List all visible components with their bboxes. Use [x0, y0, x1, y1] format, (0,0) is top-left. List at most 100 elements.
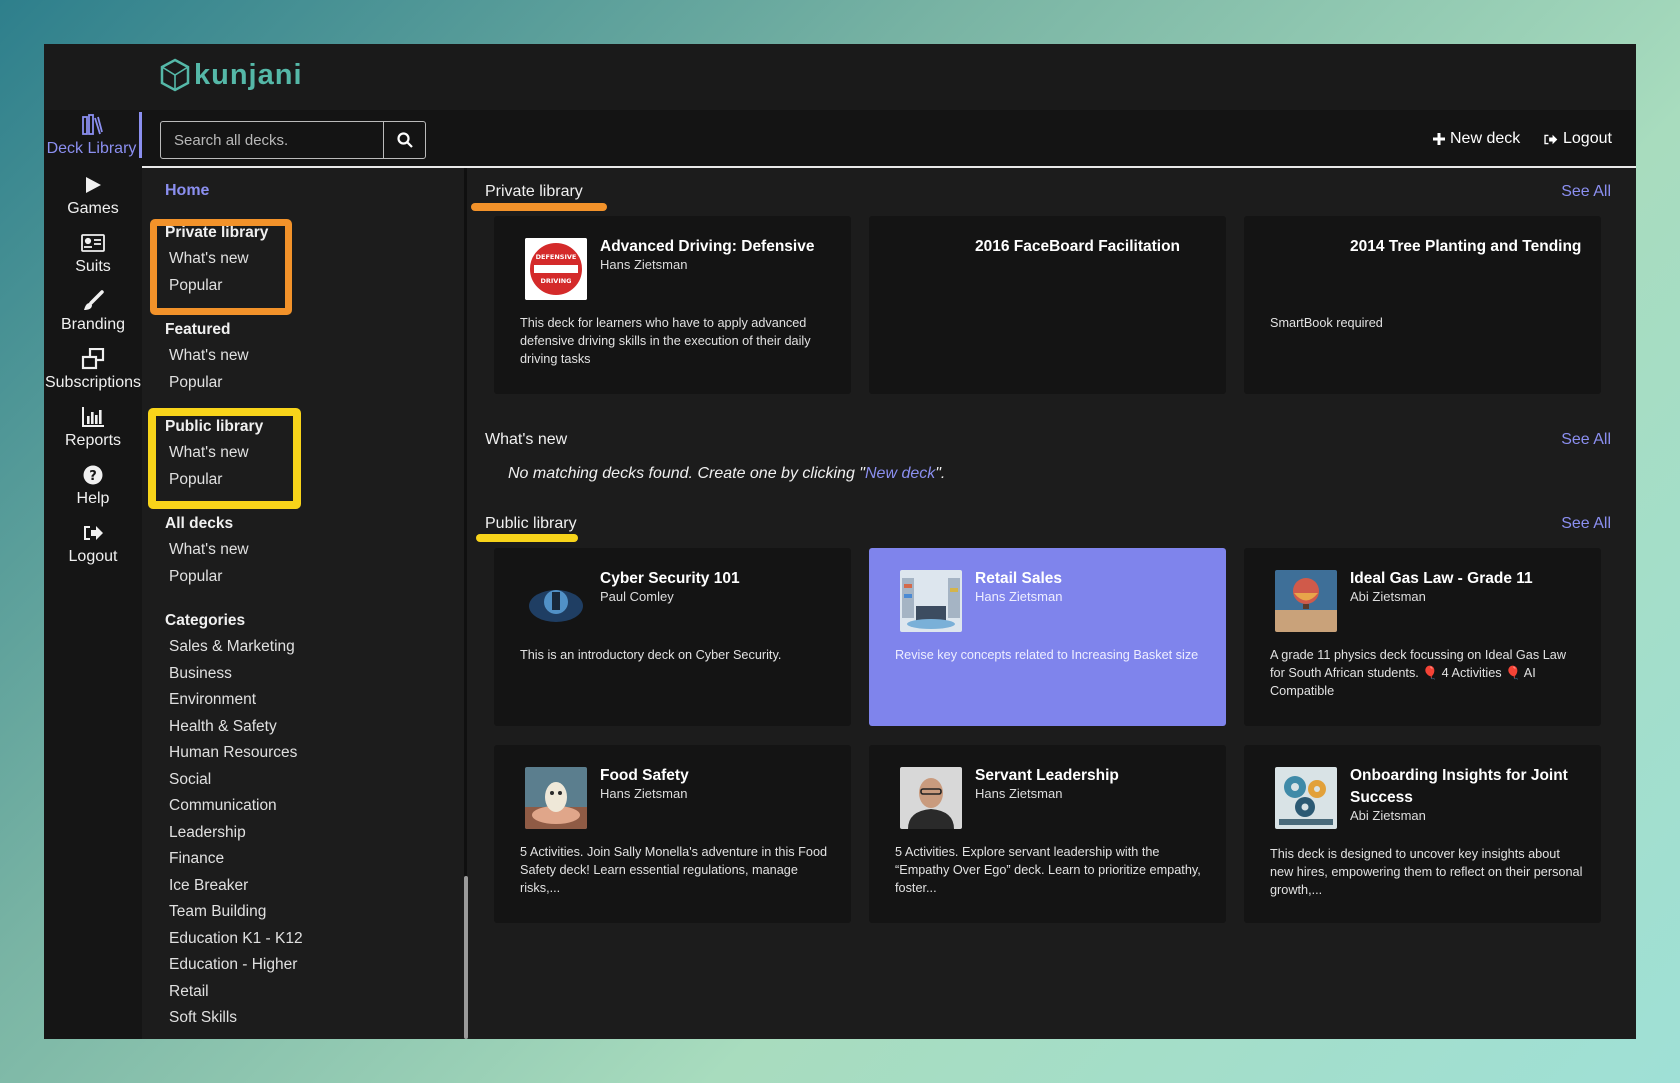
deck-description: 5 Activities. Explore servant leadership…: [895, 845, 1201, 895]
rail-label: Subscriptions: [44, 374, 142, 391]
deck-card-onboarding-insights[interactable]: Onboarding Insights for Joint Success Ab…: [1244, 745, 1601, 923]
see-all-private[interactable]: See All: [1561, 183, 1611, 201]
clone-icon: [44, 346, 142, 372]
empty-suffix: ".: [935, 465, 946, 482]
sign-text-top: DEFENSIVE: [536, 253, 577, 261]
deck-author: Hans Zietsman: [600, 786, 688, 801]
deck-thumbnail: [900, 767, 962, 829]
logo-text: kunjani: [194, 58, 303, 91]
defensive-driving-sign-icon: DEFENSIVE DRIVING: [525, 238, 587, 300]
main-content: Private library See All DEFENSIVE DRIVIN…: [468, 168, 1636, 1039]
deck-description: 5 Activities. Join Sally Monella's adven…: [520, 845, 828, 895]
deck-card-faceboard[interactable]: 2016 FaceBoard Facilitation: [869, 216, 1226, 394]
nav-all-whats-new[interactable]: What's new: [165, 537, 249, 564]
rail-label: Branding: [60, 316, 126, 333]
category-item[interactable]: Education K1 - K12: [165, 926, 303, 953]
app-window: kunjani Deck Library Games Suits Brandin…: [44, 44, 1636, 1039]
highlight-underline-public: [476, 534, 578, 542]
nav-group-all: All decks What's new Popular: [165, 511, 249, 590]
brush-icon: [44, 288, 142, 314]
deck-title: Advanced Driving: Defensive: [600, 238, 815, 255]
category-item[interactable]: Business: [165, 661, 303, 688]
icon-rail: Deck Library Games Suits Branding Subscr…: [44, 110, 142, 1039]
deck-title: Onboarding Insights for Joint Success: [1350, 767, 1568, 806]
leader-portrait-image: [900, 767, 962, 829]
deck-card-servant-leadership[interactable]: Servant Leadership Hans Zietsman 5 Activ…: [869, 745, 1226, 923]
rail-branding[interactable]: Branding: [44, 288, 142, 334]
category-item[interactable]: Communication: [165, 793, 303, 820]
sign-out-icon: [44, 520, 142, 546]
logout-button[interactable]: Logout: [1543, 130, 1612, 148]
deck-title: Food Safety: [600, 767, 689, 784]
deck-author: Paul Comley: [600, 589, 674, 604]
see-all-whats-new[interactable]: See All: [1561, 431, 1611, 449]
category-item[interactable]: Leadership: [165, 820, 303, 847]
nav-home[interactable]: Home: [165, 182, 209, 200]
rail-label: Suits: [75, 258, 111, 275]
food-safety-image: [525, 767, 587, 829]
new-deck-link[interactable]: New deck: [865, 465, 935, 482]
deck-author: Hans Zietsman: [975, 786, 1063, 801]
rail-games[interactable]: Games: [44, 172, 142, 218]
sign-out-icon: [1544, 134, 1558, 144]
section-title-whats-new: What's new: [485, 431, 568, 448]
deck-description: This deck is designed to uncover key ins…: [1270, 847, 1583, 897]
retail-store-image: [900, 570, 962, 632]
empty-state-message: No matching decks found. Create one by c…: [508, 465, 945, 483]
category-item[interactable]: Team Building: [165, 899, 303, 926]
rail-logout[interactable]: Logout: [44, 520, 142, 566]
new-deck-button[interactable]: New deck: [1433, 130, 1520, 148]
toolbar: New deck Logout: [142, 110, 1636, 168]
nav-heading-all[interactable]: All decks: [165, 511, 249, 537]
logo[interactable]: kunjani: [160, 58, 303, 92]
rail-deck-library[interactable]: Deck Library: [44, 112, 142, 158]
deck-author: Abi Zietsman: [1350, 589, 1426, 604]
nav-all-popular[interactable]: Popular: [165, 564, 249, 591]
deck-title: Ideal Gas Law - Grade 11: [1350, 570, 1533, 587]
search-input[interactable]: [160, 121, 384, 159]
category-item[interactable]: Social: [165, 767, 303, 794]
deck-thumbnail: DEFENSIVE DRIVING: [525, 238, 587, 300]
highlight-underline-private: [471, 203, 607, 211]
rail-help[interactable]: ? Help: [44, 462, 142, 508]
deck-card-advanced-driving[interactable]: DEFENSIVE DRIVING Advanced Driving: Defe…: [494, 216, 851, 394]
kunjani-logo-icon: [160, 58, 190, 92]
category-item[interactable]: Finance: [165, 846, 303, 873]
deck-card-food-safety[interactable]: Food Safety Hans Zietsman 5 Activities. …: [494, 745, 851, 923]
section-title-private: Private library: [485, 183, 583, 200]
rail-label: Logout: [68, 548, 118, 565]
category-item[interactable]: Ice Breaker: [165, 873, 303, 900]
deck-thumbnail: [525, 570, 587, 632]
deck-thumbnail: [1275, 767, 1337, 829]
category-item[interactable]: Education - Higher: [165, 952, 303, 979]
search-button[interactable]: [383, 121, 426, 159]
highlight-box-private-library: [150, 219, 292, 315]
nav-featured-popular[interactable]: Popular: [165, 370, 249, 397]
svg-text:?: ?: [89, 469, 97, 484]
rail-reports[interactable]: Reports: [44, 404, 142, 450]
category-item[interactable]: Retail: [165, 979, 303, 1006]
question-circle-icon: ?: [44, 462, 142, 488]
logout-label: Logout: [1563, 130, 1612, 147]
category-item[interactable]: Human Resources: [165, 740, 303, 767]
deck-card-cyber-security[interactable]: Cyber Security 101 Paul Comley This is a…: [494, 548, 851, 726]
deck-thumbnail: [900, 570, 962, 632]
category-item[interactable]: Health & Safety: [165, 714, 303, 741]
category-item[interactable]: Environment: [165, 687, 303, 714]
rail-suits[interactable]: Suits: [44, 230, 142, 276]
nav-heading-featured[interactable]: Featured: [165, 317, 249, 343]
new-deck-label: New deck: [1450, 130, 1521, 147]
rail-subscriptions[interactable]: Subscriptions: [44, 346, 142, 392]
see-all-public[interactable]: See All: [1561, 515, 1611, 533]
deck-description: SmartBook required: [1270, 316, 1383, 330]
deck-title: 2014 Tree Planting and Tending: [1350, 238, 1582, 255]
deck-card-tree-planting[interactable]: 2014 Tree Planting and Tending SmartBook…: [1244, 216, 1601, 394]
hot-air-balloon-image: [1275, 570, 1337, 632]
deck-card-ideal-gas-law[interactable]: Ideal Gas Law - Grade 11 Abi Zietsman A …: [1244, 548, 1601, 726]
category-item[interactable]: Soft Skills: [165, 1005, 303, 1032]
nav-featured-whats-new[interactable]: What's new: [165, 343, 249, 370]
deck-title: Cyber Security 101: [600, 570, 740, 587]
category-item[interactable]: Sales & Marketing: [165, 634, 303, 661]
onboarding-gears-image: [1275, 767, 1337, 829]
deck-card-retail-sales[interactable]: Retail Sales Hans Zietsman Revise key co…: [869, 548, 1226, 726]
